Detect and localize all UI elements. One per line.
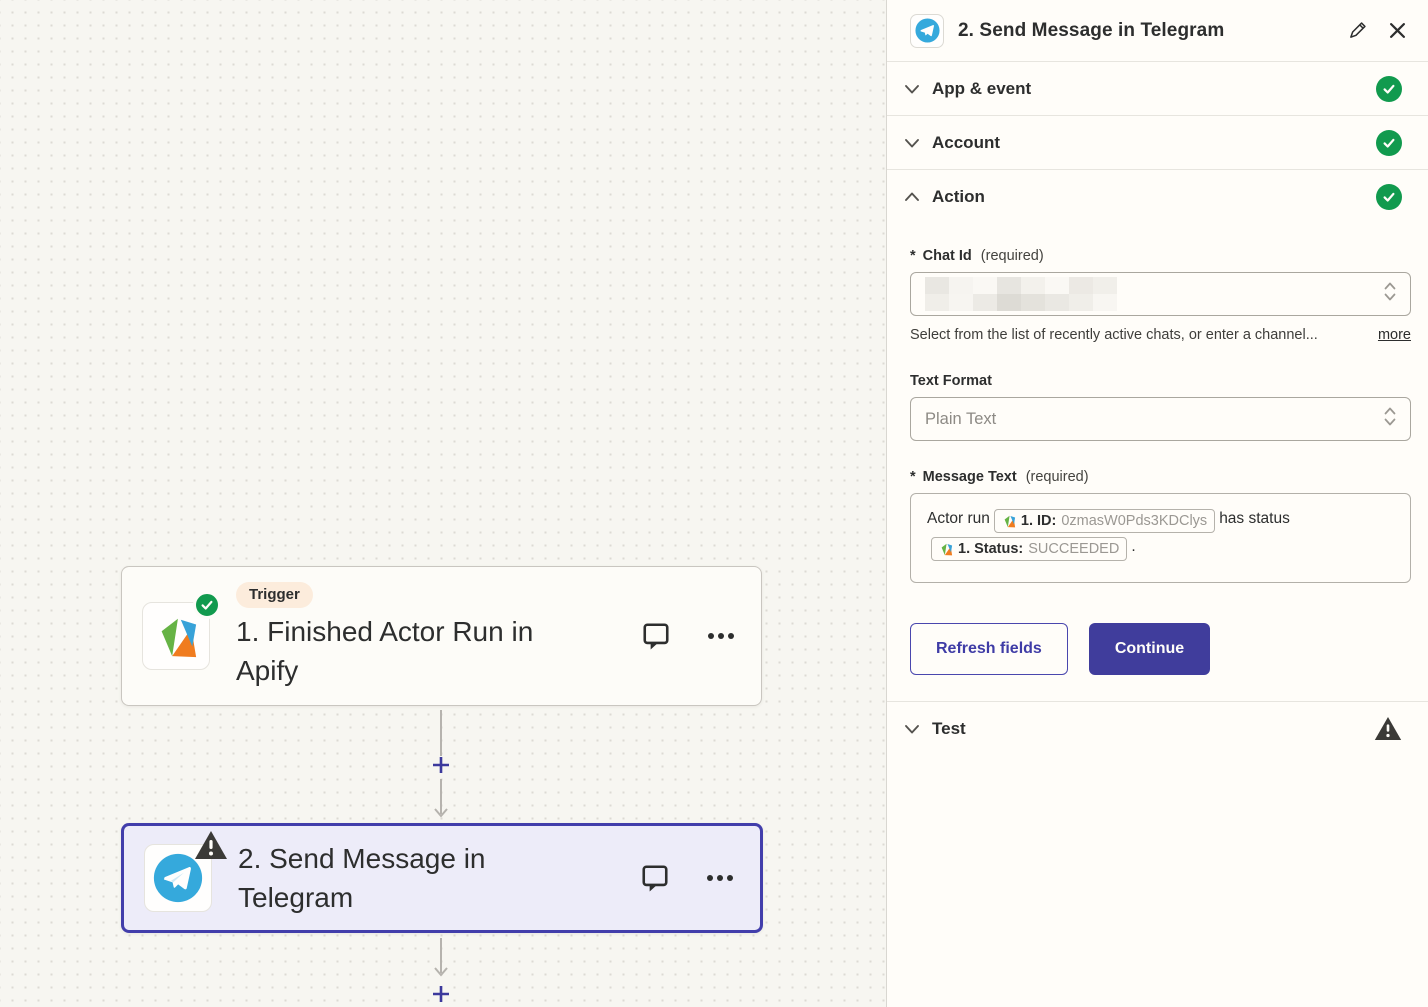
chevron-down-icon <box>904 721 920 737</box>
message-text-prefix: Actor run <box>927 510 990 527</box>
step-success-badge <box>193 591 221 619</box>
step-menu-button[interactable] <box>706 874 734 882</box>
section-label: Action <box>932 187 985 207</box>
apify-logo-icon <box>939 542 953 556</box>
add-step-button[interactable] <box>431 984 451 1004</box>
select-caret-icon <box>1383 406 1397 433</box>
section-complete-badge <box>1376 130 1402 156</box>
step-title: 2. Send Message in Telegram <box>238 839 590 917</box>
section-complete-badge <box>1376 184 1402 210</box>
check-icon <box>1382 82 1396 96</box>
plus-icon <box>431 984 451 1004</box>
text-format-label: Text Format <box>910 373 992 389</box>
required-marker: * <box>910 248 916 264</box>
chat-id-redacted-value <box>925 277 1117 311</box>
chat-id-label: Chat Id <box>923 248 972 264</box>
chat-id-label-row: * Chat Id (required) <box>910 248 1411 264</box>
refresh-fields-button[interactable]: Refresh fields <box>910 623 1068 675</box>
telegram-app-icon <box>144 844 212 912</box>
workflow-canvas[interactable]: Trigger 1. Finished Actor Run in Apify <box>0 0 887 1007</box>
text-format-value: Plain Text <box>925 410 996 429</box>
step-warning-badge <box>194 830 228 865</box>
zap-editor: Trigger 1. Finished Actor Run in Apify <box>0 0 1428 1007</box>
message-text-suffix: . <box>1131 538 1135 555</box>
chat-id-select[interactable] <box>910 272 1411 316</box>
section-account[interactable]: Account <box>887 116 1428 170</box>
rename-step-button[interactable] <box>1348 21 1367 40</box>
section-app-event[interactable]: App & event <box>887 62 1428 116</box>
telegram-app-icon <box>910 14 944 48</box>
warning-triangle-icon <box>194 830 228 860</box>
message-text-label: Message Text <box>923 469 1017 485</box>
step-card-action-selected[interactable]: 2. Send Message in Telegram <box>121 823 763 933</box>
ellipsis-icon <box>706 874 734 882</box>
message-text-field[interactable]: Actor run1. ID:0zmasW0Pds3KDClyshas stat… <box>910 493 1411 583</box>
chevron-up-icon <box>904 189 920 205</box>
field-token-run-id[interactable]: 1. ID:0zmasW0Pds3KDClys <box>994 509 1215 533</box>
token-label: 1. Status: <box>958 536 1023 563</box>
more-link[interactable]: more <box>1378 327 1411 343</box>
field-token-run-status[interactable]: 1. Status:SUCCEEDED <box>931 537 1127 561</box>
step-title: 1. Finished Actor Run in Apify <box>236 612 588 690</box>
text-format-label-row: Text Format <box>910 373 1411 389</box>
trigger-badge: Trigger <box>236 582 313 608</box>
chevron-down-icon <box>904 81 920 97</box>
chat-id-helper-text: Select from the list of recently active … <box>910 327 1318 343</box>
ellipsis-icon <box>707 632 735 640</box>
telegram-logo-icon <box>914 17 941 44</box>
token-value: 0zmasW0Pds3KDClys <box>1061 508 1207 535</box>
apify-logo-icon <box>1002 514 1016 528</box>
step-menu-button[interactable] <box>707 632 735 640</box>
section-label: Test <box>932 719 966 739</box>
check-icon <box>1382 136 1396 150</box>
action-section-content: * Chat Id (required) Select from the lis… <box>887 224 1428 675</box>
required-note: (required) <box>981 248 1044 264</box>
connector-arrow <box>432 938 450 980</box>
text-format-select[interactable]: Plain Text <box>910 397 1411 441</box>
plus-icon <box>431 755 451 775</box>
step-settings-panel: 2. Send Message in Telegram App & e <box>886 0 1428 1007</box>
step-comment-button[interactable] <box>641 621 671 651</box>
comment-bubble-icon <box>641 621 671 651</box>
continue-button[interactable]: Continue <box>1089 623 1210 675</box>
chevron-down-icon <box>904 135 920 151</box>
required-note: (required) <box>1026 469 1089 485</box>
close-icon <box>1389 22 1406 39</box>
check-icon <box>200 598 214 612</box>
token-label: 1. ID: <box>1021 508 1056 535</box>
apify-app-icon <box>142 602 210 670</box>
token-value: SUCCEEDED <box>1028 536 1119 563</box>
message-text-middle: has status <box>1219 510 1290 527</box>
connector-line <box>440 710 442 756</box>
pencil-icon <box>1348 21 1367 40</box>
section-label: Account <box>932 133 1000 153</box>
apify-logo-icon <box>153 613 199 659</box>
section-label: App & event <box>932 79 1031 99</box>
select-caret-icon <box>1383 281 1397 308</box>
required-marker: * <box>910 469 916 485</box>
step-card-trigger[interactable]: Trigger 1. Finished Actor Run in Apify <box>121 566 762 706</box>
add-step-button[interactable] <box>431 755 451 775</box>
section-test[interactable]: Test <box>887 701 1428 755</box>
section-complete-badge <box>1376 76 1402 102</box>
warning-triangle-icon <box>1374 716 1402 741</box>
panel-title: 2. Send Message in Telegram <box>958 20 1224 42</box>
step-comment-button[interactable] <box>640 863 670 893</box>
message-text-label-row: * Message Text (required) <box>910 469 1411 485</box>
close-panel-button[interactable] <box>1389 22 1406 39</box>
section-action[interactable]: Action <box>887 170 1428 224</box>
check-icon <box>1382 190 1396 204</box>
comment-bubble-icon <box>640 863 670 893</box>
panel-header: 2. Send Message in Telegram <box>887 0 1428 62</box>
connector-arrow <box>432 779 450 821</box>
